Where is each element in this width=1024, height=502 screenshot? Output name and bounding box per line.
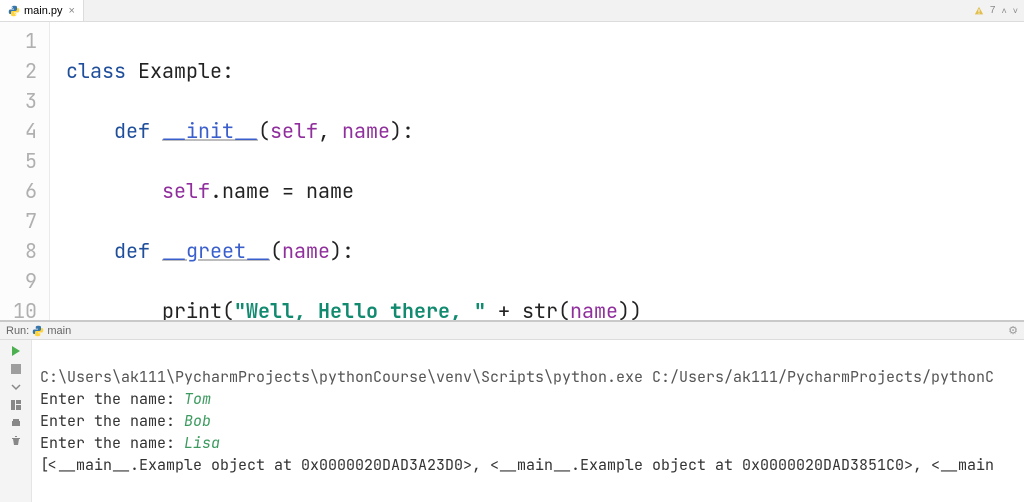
run-config-name[interactable]: main (47, 325, 71, 337)
line-number: 8 (0, 236, 49, 266)
interpreter-path: C:\Users\ak111\PycharmProjects\pythonCou… (40, 367, 994, 387)
line-number: 6 (0, 176, 49, 206)
user-input: Tom (184, 389, 211, 409)
step-down-icon[interactable] (9, 380, 23, 394)
console-line: Enter the name: (40, 389, 184, 409)
line-number: 3 (0, 86, 49, 116)
editor-tab-bar: main.py × 7 ˄ ˅ (0, 0, 1024, 22)
rerun-button[interactable] (9, 344, 23, 358)
line-number: 9 (0, 266, 49, 296)
run-toolbar (0, 340, 32, 502)
warning-count: 7 (990, 5, 996, 16)
code-line[interactable]: def __init__(self, name): (66, 116, 1024, 146)
line-number: 7 (0, 206, 49, 236)
layout-icon[interactable] (9, 398, 23, 412)
code-line[interactable]: class Example: (66, 56, 1024, 86)
file-tab-main-py[interactable]: main.py × (0, 0, 84, 21)
program-output: [<__main__.Example object at 0x0000020DA… (40, 455, 994, 475)
line-number: 4 (0, 116, 49, 146)
user-input: Bob (184, 411, 211, 431)
stop-button[interactable] (9, 362, 23, 376)
console-line: Enter the name: (40, 433, 184, 453)
run-toolwindow-header: Run: main ⚙ (0, 322, 1024, 340)
code-line[interactable]: def __greet__(name): (66, 236, 1024, 266)
warning-icon[interactable] (974, 6, 984, 16)
run-label: Run: (6, 325, 29, 337)
console-line: Enter the name: (40, 411, 184, 431)
line-number-gutter: 1 2 3 4 5 6 7 8 9 10 11 (0, 22, 50, 320)
run-toolwindow: C:\Users\ak111\PycharmProjects\pythonCou… (0, 340, 1024, 502)
gear-icon[interactable]: ⚙ (1008, 324, 1018, 337)
code-area[interactable]: class Example: def __init__(self, name):… (50, 22, 1024, 320)
code-editor[interactable]: 1 2 3 4 5 6 7 8 9 10 11 class Example: d… (0, 22, 1024, 320)
python-file-icon (8, 5, 20, 17)
close-icon[interactable]: × (69, 5, 75, 17)
console-output[interactable]: C:\Users\ak111\PycharmProjects\pythonCou… (32, 340, 1024, 502)
chevron-up-icon[interactable]: ˄ (1001, 6, 1006, 16)
line-number: 10 (0, 296, 49, 320)
chevron-down-icon[interactable]: ˅ (1013, 6, 1018, 16)
line-number: 2 (0, 56, 49, 86)
print-icon[interactable] (9, 416, 23, 430)
line-number: 5 (0, 146, 49, 176)
user-input: Lisa (184, 433, 220, 453)
python-run-icon (32, 325, 44, 337)
trash-icon[interactable] (9, 434, 23, 448)
line-number: 1 (0, 26, 49, 56)
file-tab-label: main.py (24, 5, 63, 17)
code-line[interactable]: self.name = name (66, 176, 1024, 206)
code-line[interactable]: print("Well, Hello there, " + str(name)) (66, 296, 1024, 320)
